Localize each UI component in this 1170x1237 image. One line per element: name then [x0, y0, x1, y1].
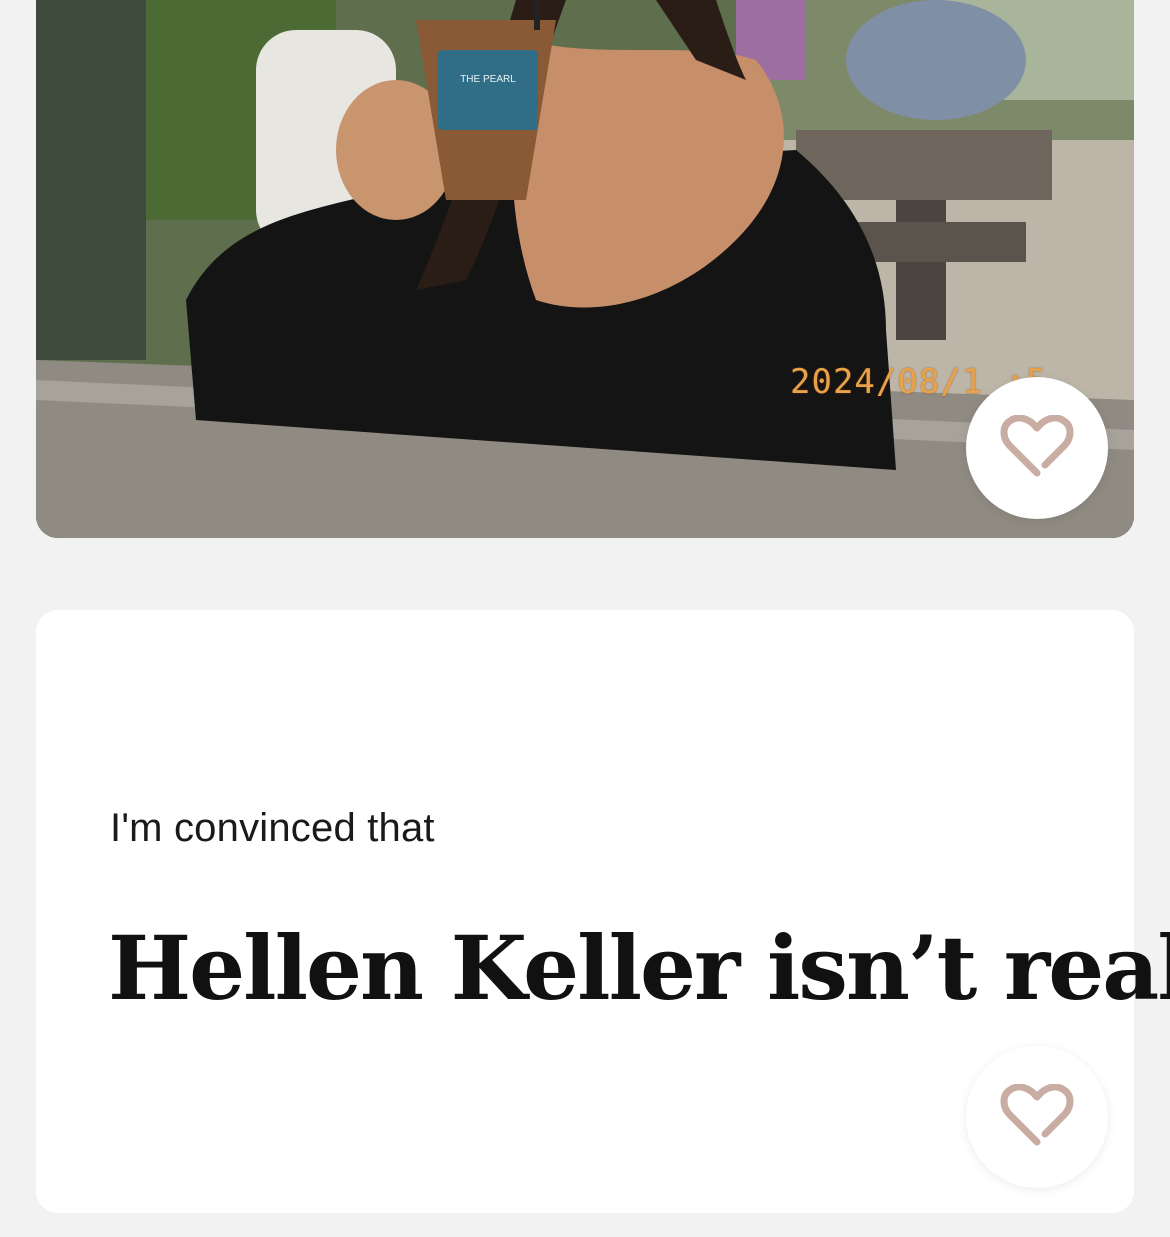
prompt-card: I'm convinced that Hellen Keller isn’t r… — [36, 610, 1170, 1213]
profile-feed: THE PEARL 2024/08/1 :5 I'm convinced tha… — [0, 0, 1170, 1237]
prompt-answer: Hellen Keller isn’t real — [108, 916, 1170, 1020]
profile-photo-card: THE PEARL 2024/08/1 :5 — [36, 0, 1134, 538]
heart-icon — [1000, 1084, 1074, 1146]
like-photo-button[interactable] — [966, 377, 1108, 519]
heart-icon — [1000, 415, 1074, 477]
cup-logo: THE PEARL — [460, 74, 516, 85]
prompt-question: I'm convinced that — [110, 806, 435, 850]
like-prompt-button[interactable] — [966, 1046, 1108, 1188]
